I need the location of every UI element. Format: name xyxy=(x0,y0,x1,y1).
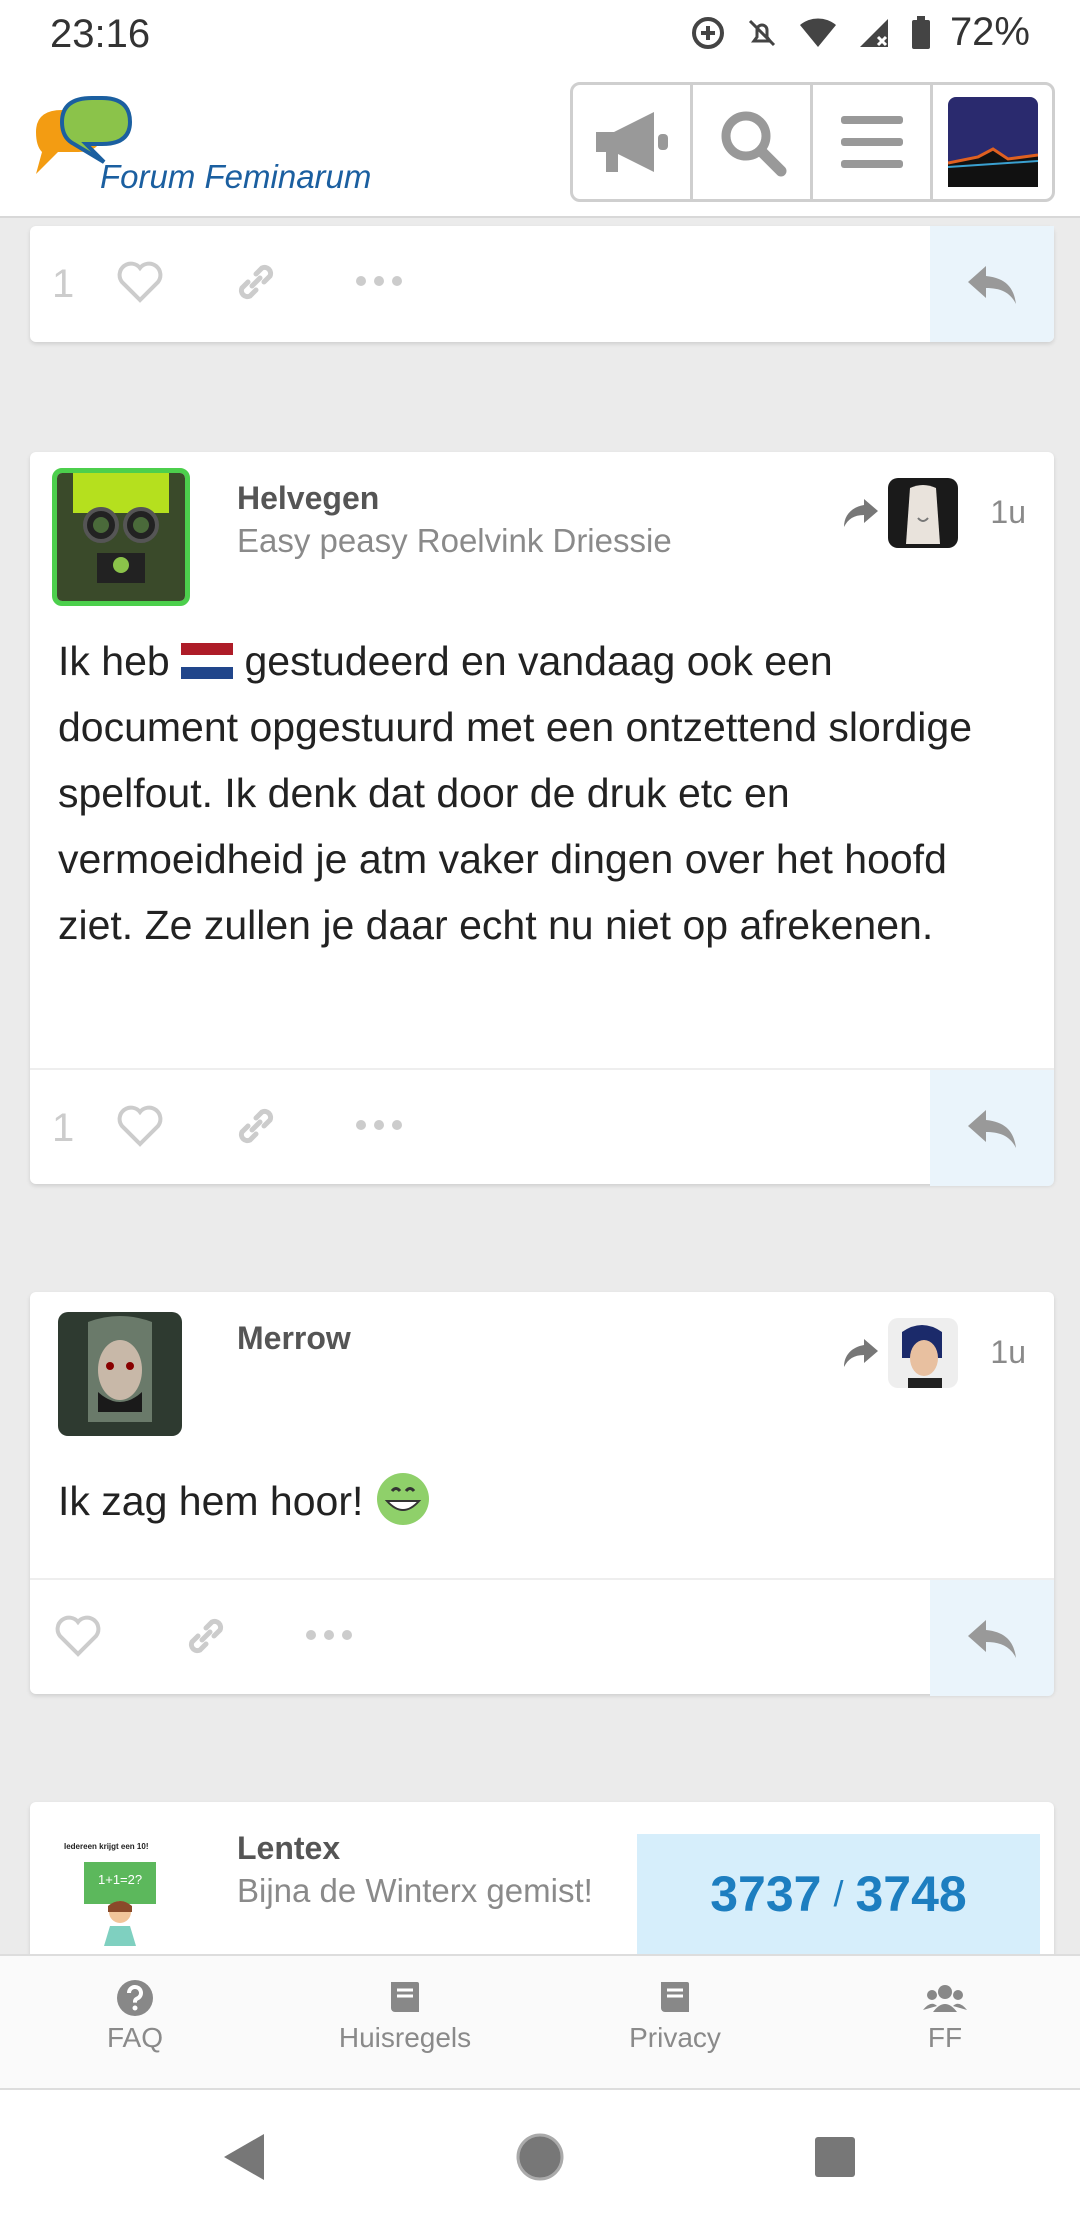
netherlands-flag-icon xyxy=(181,643,234,679)
reply-icon xyxy=(968,1620,1016,1658)
data-saver-icon xyxy=(691,16,724,49)
heart-icon[interactable] xyxy=(52,1610,104,1662)
reply-to-indicator[interactable] xyxy=(842,1318,958,1388)
hamburger-menu-icon xyxy=(840,116,903,168)
footer-ff-link[interactable]: FF xyxy=(845,1978,1045,2054)
share-arrow-icon xyxy=(844,499,878,527)
post-text-rest: gestudeerd en vandaag ook een document o… xyxy=(58,638,972,948)
book-icon xyxy=(661,1982,689,2012)
footer-rules-link[interactable]: Huisregels xyxy=(305,1978,505,2054)
reply-to-avatar-image xyxy=(888,1318,958,1388)
post-author[interactable]: Lentex xyxy=(237,1830,340,1867)
progress-current: 3737 xyxy=(710,1866,822,1922)
avatar-girl xyxy=(104,1901,136,1946)
link-icon[interactable] xyxy=(180,1610,232,1662)
avatar-image xyxy=(57,473,185,601)
footer-faq-link[interactable]: FAQ xyxy=(35,1978,235,2054)
avatar-caption: Iedereen krijgt een 10! xyxy=(64,1842,149,1851)
more-options-icon[interactable] xyxy=(354,274,404,288)
post-card: 1 xyxy=(30,226,1054,342)
battery-percent: 72% xyxy=(949,10,1030,54)
footer-faq-label: FAQ xyxy=(106,2022,163,2053)
status-time: 23:16 xyxy=(50,12,151,56)
share-arrow-icon xyxy=(844,1339,878,1367)
megaphone-icon xyxy=(595,112,668,172)
like-count: 1 xyxy=(52,262,75,306)
reply-to-indicator[interactable] xyxy=(842,478,958,548)
announcements-button[interactable] xyxy=(573,85,693,199)
users-group-icon xyxy=(923,1985,967,2012)
site-name: Forum Feminarum xyxy=(100,158,372,195)
progress-total: 3748 xyxy=(855,1866,967,1922)
footer-ff-label: FF xyxy=(927,2022,963,2053)
avatar-board-text: 1+1=2? xyxy=(98,1872,143,1887)
user-avatar xyxy=(947,97,1038,187)
like-count: 1 xyxy=(52,1106,75,1150)
link-icon[interactable] xyxy=(230,1100,282,1152)
link-icon[interactable] xyxy=(230,256,282,308)
post-text-start: Ik heb xyxy=(58,638,182,684)
search-button[interactable] xyxy=(693,85,813,199)
footer-nav: FAQ Huisregels Privacy FF xyxy=(0,1954,1080,2088)
signal-icon xyxy=(859,18,888,47)
post-author[interactable]: Merrow xyxy=(237,1320,351,1357)
menu-button[interactable] xyxy=(813,85,933,199)
topic-progress[interactable]: 3737 / 3748 xyxy=(637,1834,1040,1954)
back-icon[interactable] xyxy=(222,2132,266,2182)
avatar[interactable]: Iedereen krijgt een 10! 1+1=2? xyxy=(58,1822,182,1946)
post-actions: 1 xyxy=(30,226,1054,342)
heart-icon[interactable] xyxy=(114,1100,166,1152)
more-options-icon[interactable] xyxy=(354,1118,404,1132)
user-title: Bijna de Winterx gemist! xyxy=(237,1872,593,1909)
progress-separator: / xyxy=(833,1873,844,1914)
heart-icon[interactable] xyxy=(114,256,166,308)
home-icon[interactable] xyxy=(515,2132,565,2182)
question-circle-icon xyxy=(117,1980,153,2016)
post-body: Ik heb gestudeerd en vandaag ook een doc… xyxy=(58,628,1024,958)
search-icon xyxy=(721,111,786,177)
book-icon xyxy=(391,1982,419,2012)
grin-emoji-icon xyxy=(376,1473,429,1525)
reply-icon xyxy=(968,266,1016,304)
status-icons: 72% xyxy=(690,10,1030,55)
reply-to-avatar xyxy=(888,1318,958,1388)
footer-privacy-link[interactable]: Privacy xyxy=(575,1978,775,2054)
avatar[interactable] xyxy=(58,1312,182,1436)
reply-button[interactable] xyxy=(930,1070,1054,1186)
avatar[interactable] xyxy=(52,468,190,606)
avatar-image xyxy=(58,1312,182,1436)
user-avatar-button[interactable] xyxy=(933,85,1052,199)
battery-icon xyxy=(911,15,930,49)
post-actions: 1 xyxy=(30,1068,1054,1186)
post-actions xyxy=(30,1578,1054,1696)
post-author[interactable]: Helvegen xyxy=(237,480,379,517)
post-card: Merrow 1u Ik zag hem hoor! xyxy=(30,1292,1054,1696)
wifi-icon xyxy=(799,17,836,47)
post-time[interactable]: 1u xyxy=(990,1334,1026,1371)
android-nav-bar xyxy=(0,2088,1080,2220)
post-body: Ik zag hem hoor! xyxy=(58,1468,1024,1534)
recents-icon[interactable] xyxy=(814,2136,856,2178)
mute-icon xyxy=(748,19,775,46)
more-options-icon[interactable] xyxy=(304,1628,354,1642)
site-header: Forum Feminarum xyxy=(0,72,1080,218)
footer-privacy-label: Privacy xyxy=(629,2022,721,2053)
header-toolbar xyxy=(570,82,1055,202)
status-bar: 23:16 72% xyxy=(0,0,1080,72)
reply-button[interactable] xyxy=(930,226,1054,342)
post-time[interactable]: 1u xyxy=(990,494,1026,531)
reply-to-avatar xyxy=(888,478,958,548)
footer-rules-label: Huisregels xyxy=(338,2022,472,2053)
reply-icon xyxy=(968,1110,1016,1148)
post-text: Ik zag hem hoor! xyxy=(58,1478,364,1524)
reply-button[interactable] xyxy=(930,1580,1054,1696)
reply-to-avatar-image xyxy=(888,478,958,548)
user-title: Easy peasy Roelvink Driessie xyxy=(237,522,672,559)
site-logo[interactable]: Forum Feminarum xyxy=(0,72,400,218)
post-card: Helvegen Easy peasy Roelvink Driessie 1u… xyxy=(30,452,1054,1186)
